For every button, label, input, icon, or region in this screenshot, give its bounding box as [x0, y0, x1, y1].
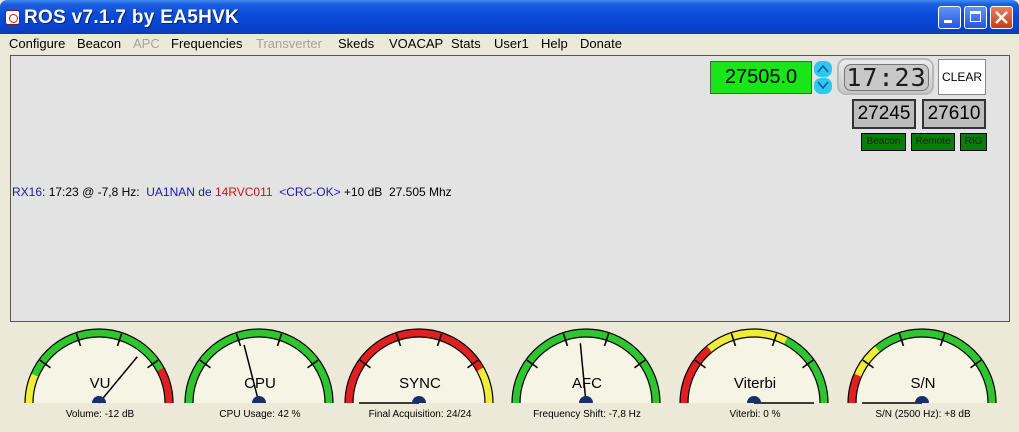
frequency-display[interactable]: 27505.0: [710, 61, 812, 94]
vu-meter-dial: [24, 328, 174, 404]
gauge-afc-caption: Frequency Shift: -7,8 Hz: [533, 409, 641, 420]
clock-time: 17:23: [844, 64, 929, 91]
menu-user1[interactable]: User1: [494, 36, 529, 51]
menu-donate[interactable]: Donate: [580, 36, 622, 51]
gauge-cpu: CPU CPU Usage: 42 %: [180, 323, 340, 432]
sync-meter-dial: [344, 328, 494, 404]
gauge-viterbi: Viterbi Viterbi: 0 %: [675, 323, 835, 432]
menu-help[interactable]: Help: [541, 36, 568, 51]
rx-de: de: [194, 185, 215, 199]
frequency-spinner[interactable]: [814, 61, 832, 94]
gauge-sync-caption: Final Acquisition: 24/24: [368, 409, 472, 420]
gauge-sn-caption: S/N (2500 Hz): +8 dB: [875, 409, 971, 420]
gauge-cpu-caption: CPU Usage: 42 %: [219, 409, 301, 420]
menu-configure[interactable]: Configure: [9, 36, 65, 51]
menu-bar: Configure Beacon APC Frequencies Transve…: [0, 34, 1019, 53]
gauge-afc: AFC Frequency Shift: -7,8 Hz: [507, 323, 667, 432]
menu-skeds[interactable]: Skeds: [338, 36, 374, 51]
rx-mode: RX16: [12, 185, 43, 199]
title-bar: ROS v7.1.7 by EA5HVK: [0, 0, 1019, 34]
remote-indicator[interactable]: Remote: [911, 133, 955, 151]
frequency-up-button[interactable]: [814, 61, 832, 77]
close-button[interactable]: [990, 6, 1013, 29]
range-high-frequency[interactable]: 27610: [922, 99, 986, 129]
arrow-down-icon: [817, 81, 829, 90]
viterbi-meter-dial: [679, 328, 829, 404]
received-message-line: RX16: 17:23 @ -7,8 Hz: UA1NAN de 14RVC01…: [12, 185, 452, 199]
menu-frequencies[interactable]: Frequencies: [171, 36, 243, 51]
rx-time-offset: : 17:23 @ -7,8 Hz:: [42, 185, 147, 199]
rx-snr-frequency: +10 dB 27.505 Mhz: [340, 185, 452, 199]
gauge-vu: VU Volume: -12 dB: [20, 323, 180, 432]
gauge-vu-label: VU: [89, 375, 111, 392]
rx-from-callsign: UA1NAN: [146, 185, 195, 199]
frequency-down-button[interactable]: [814, 78, 832, 94]
gauge-sync-label: SYNC: [399, 375, 441, 392]
menu-beacon[interactable]: Beacon: [77, 36, 121, 51]
gauge-viterbi-label: Viterbi: [733, 375, 777, 392]
clock-display: 17:23: [837, 58, 934, 95]
menu-stats[interactable]: Stats: [451, 36, 481, 51]
maximize-button[interactable]: [964, 6, 987, 29]
cpu-meter-dial: [184, 328, 334, 404]
gauge-sn-label: S/N: [910, 375, 936, 392]
window-title: ROS v7.1.7 by EA5HVK: [24, 7, 240, 28]
rig-indicator[interactable]: RIG: [960, 133, 987, 151]
gauge-cpu-label: CPU: [244, 375, 276, 392]
menu-voacap[interactable]: VOACAP: [389, 36, 443, 51]
gauge-viterbi-caption: Viterbi: 0 %: [729, 409, 781, 420]
menu-transverter[interactable]: Transverter: [256, 36, 322, 51]
app-icon[interactable]: [5, 10, 20, 25]
gauge-vu-caption: Volume: -12 dB: [65, 409, 135, 420]
beacon-indicator[interactable]: Beacon: [861, 133, 906, 151]
rx-to-callsign: 14RVC011: [214, 185, 273, 199]
sn-meter-dial: [847, 328, 997, 404]
gauge-sync: SYNC Final Acquisition: 24/24: [340, 323, 500, 432]
rx-crc-status: <CRC-OK>: [272, 185, 341, 199]
close-icon: [995, 11, 1008, 24]
gauge-afc-label: AFC: [572, 375, 602, 392]
afc-meter-dial: [511, 328, 661, 404]
menu-apc[interactable]: APC: [133, 36, 160, 51]
gauge-sn: S/N S/N (2500 Hz): +8 dB: [843, 323, 1003, 432]
range-low-frequency[interactable]: 27245: [852, 99, 916, 129]
clear-button[interactable]: CLEAR: [938, 59, 986, 95]
arrow-up-icon: [817, 64, 829, 73]
minimize-button[interactable]: [938, 6, 961, 29]
